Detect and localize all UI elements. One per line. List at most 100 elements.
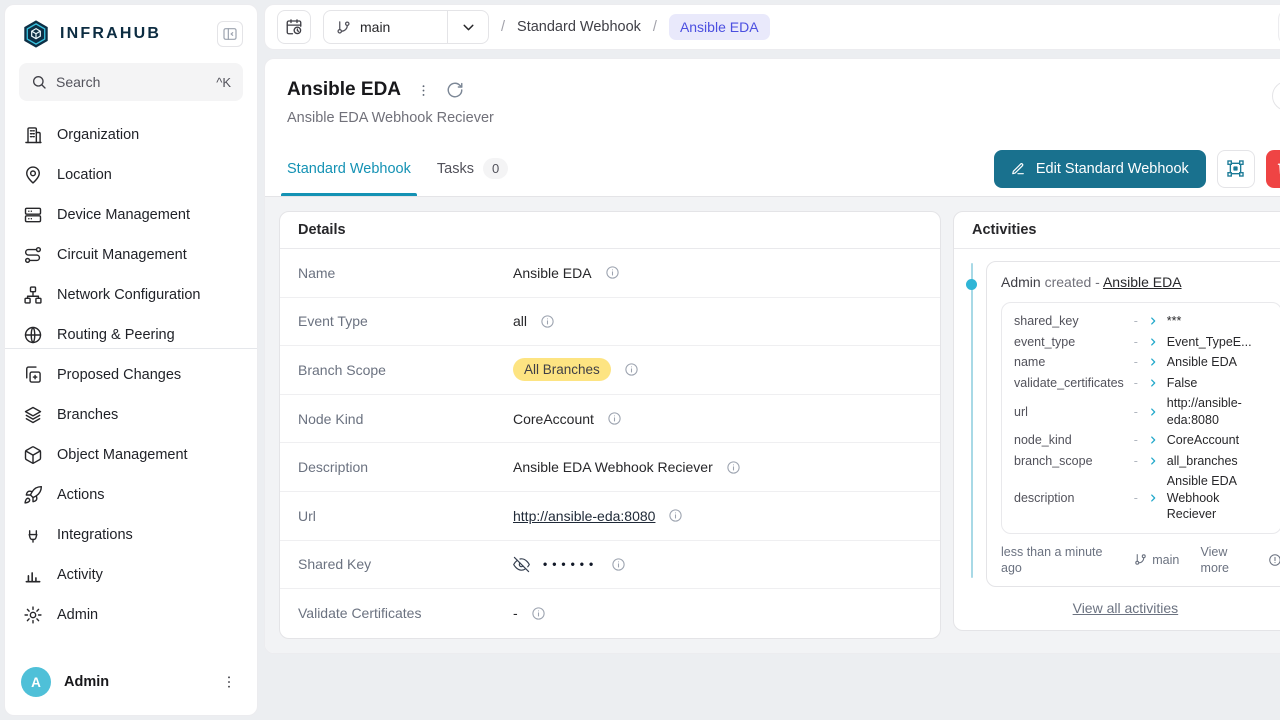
user-name: Admin	[64, 674, 109, 690]
sidebar-item-network-configuration[interactable]: Network Configuration	[5, 275, 257, 315]
tab-tasks[interactable]: Tasks 0	[437, 141, 508, 196]
user-kebab-button[interactable]	[217, 670, 241, 694]
sidebar-item-integrations[interactable]: Integrations	[5, 515, 257, 555]
detail-value: all	[513, 313, 527, 329]
view-all-activities-link[interactable]: View all activities	[1073, 600, 1179, 616]
branch-selector[interactable]: main	[323, 10, 489, 44]
alert-circle-icon[interactable]	[1268, 553, 1280, 567]
gear-icon	[23, 605, 43, 625]
manage-groups-button[interactable]	[1217, 150, 1255, 188]
sidebar-item-label: Organization	[57, 127, 139, 143]
detail-label: Branch Scope	[298, 362, 513, 378]
sidebar-item-label: Device Management	[57, 207, 190, 223]
title-kebab-button[interactable]	[416, 83, 431, 98]
info-icon[interactable]	[605, 265, 620, 280]
info-icon[interactable]	[531, 606, 546, 621]
detail-row-branch-scope: Branch Scope All Branches	[280, 346, 940, 395]
detail-label: Node Kind	[298, 411, 513, 427]
collapse-sidebar-icon	[222, 26, 238, 42]
breadcrumb-separator: /	[653, 19, 657, 35]
user-menu[interactable]: A Admin	[5, 653, 257, 715]
detail-label: Event Type	[298, 313, 513, 329]
bar-chart-icon	[23, 565, 43, 585]
refresh-icon	[446, 81, 464, 99]
sidebar-item-organization[interactable]: Organization	[5, 115, 257, 155]
info-icon[interactable]	[668, 508, 683, 523]
detail-value: CoreAccount	[513, 411, 594, 427]
detail-row-shared-key: Shared Key ••••••	[280, 541, 940, 590]
property-old-value: -	[1131, 491, 1141, 505]
sidebar-item-branches[interactable]: Branches	[5, 395, 257, 435]
sidebar-item-activity[interactable]: Activity	[5, 555, 257, 595]
infrahub-logo[interactable]: INFRAHUB	[21, 19, 161, 49]
edit-button-label: Edit Standard Webhook	[1036, 161, 1189, 177]
activity-target-link[interactable]: Ansible EDA	[1103, 274, 1182, 290]
detail-row-name: Name Ansible EDA	[280, 249, 940, 298]
eye-off-icon[interactable]	[513, 556, 530, 573]
details-header: Details	[280, 212, 940, 249]
sidebar-item-routing-peering[interactable]: Routing & Peering	[5, 315, 257, 349]
breadcrumb-item-standard-webhook[interactable]: Standard Webhook	[517, 19, 641, 35]
info-icon[interactable]	[607, 411, 622, 426]
server-icon	[23, 205, 43, 225]
building-icon	[23, 125, 43, 145]
chevron-right-icon	[1148, 493, 1160, 503]
refresh-button[interactable]	[446, 81, 464, 99]
collapse-sidebar-button[interactable]	[217, 21, 243, 47]
info-icon[interactable]	[540, 314, 555, 329]
sidebar-item-admin[interactable]: Admin	[5, 595, 257, 635]
property-row-validate-certificates: validate_certificates - False	[1014, 373, 1269, 394]
sidebar-nav-secondary: Proposed Changes Branches Object Managem…	[5, 355, 257, 635]
search-input[interactable]: Search ^K	[19, 63, 243, 101]
detail-row-url: Url http://ansible-eda:8080	[280, 492, 940, 541]
kebab-icon	[221, 674, 237, 690]
time-travel-button[interactable]	[277, 10, 311, 44]
sidebar-item-location[interactable]: Location	[5, 155, 257, 195]
sidebar-item-object-management[interactable]: Object Management	[5, 435, 257, 475]
branch-caret[interactable]	[448, 11, 488, 43]
detail-row-validate-certificates: Validate Certificates -	[280, 589, 940, 638]
sidebar-item-circuit-management[interactable]: Circuit Management	[5, 235, 257, 275]
delete-button[interactable]	[1266, 150, 1280, 188]
sidebar-item-proposed-changes[interactable]: Proposed Changes	[5, 355, 257, 395]
infrahub-logo-icon	[21, 19, 51, 49]
property-name: shared_key	[1014, 314, 1124, 328]
sidebar-item-label: Object Management	[57, 447, 188, 463]
tab-standard-webhook[interactable]: Standard Webhook	[287, 141, 411, 196]
activity-timestamp: less than a minute ago	[1001, 544, 1113, 577]
tab-label: Tasks	[437, 161, 474, 177]
property-name: event_type	[1014, 335, 1124, 349]
property-row-node-kind: node_kind - CoreAccount	[1014, 430, 1269, 451]
detail-value: Ansible EDA Webhook Reciever	[513, 459, 713, 475]
url-link[interactable]: http://ansible-eda:8080	[513, 508, 655, 524]
box-icon	[23, 445, 43, 465]
detail-row-description: Description Ansible EDA Webhook Reciever	[280, 443, 940, 492]
chevron-right-icon	[1148, 337, 1160, 347]
sidebar-item-device-management[interactable]: Device Management	[5, 195, 257, 235]
property-new-value: Event_TypeE...	[1167, 334, 1269, 351]
property-row-description: description - Ansible EDA Webhook Reciev…	[1014, 471, 1269, 525]
sidebar-item-label: Integrations	[57, 527, 133, 543]
map-pin-icon	[23, 165, 43, 185]
detail-label: Shared Key	[298, 556, 513, 572]
breadcrumb-item-ansible-eda[interactable]: Ansible EDA	[669, 14, 770, 40]
sidebar-item-actions[interactable]: Actions	[5, 475, 257, 515]
property-new-value: Ansible EDA	[1167, 354, 1269, 371]
edit-standard-webhook-button[interactable]: Edit Standard Webhook	[994, 150, 1206, 188]
activity-branch-name: main	[1152, 553, 1179, 567]
info-icon[interactable]	[611, 557, 626, 572]
info-icon[interactable]	[624, 362, 639, 377]
detail-label: Name	[298, 265, 513, 281]
details-panel: Details Name Ansible EDA Event Type	[279, 211, 941, 639]
property-row-branch-scope: branch_scope - all_branches	[1014, 451, 1269, 472]
property-old-value: -	[1131, 433, 1141, 447]
sidebar-item-label: Actions	[57, 487, 105, 503]
property-row-name: name - Ansible EDA	[1014, 352, 1269, 373]
breadcrumb: / Standard Webhook / Ansible EDA	[501, 14, 770, 40]
property-new-value: all_branches	[1167, 453, 1269, 470]
info-icon[interactable]	[726, 460, 741, 475]
branch-selected: main	[324, 11, 447, 43]
timeline-dot	[966, 279, 977, 290]
view-more-link[interactable]: View more	[1201, 544, 1247, 577]
search-shortcut: ^K	[216, 75, 231, 90]
